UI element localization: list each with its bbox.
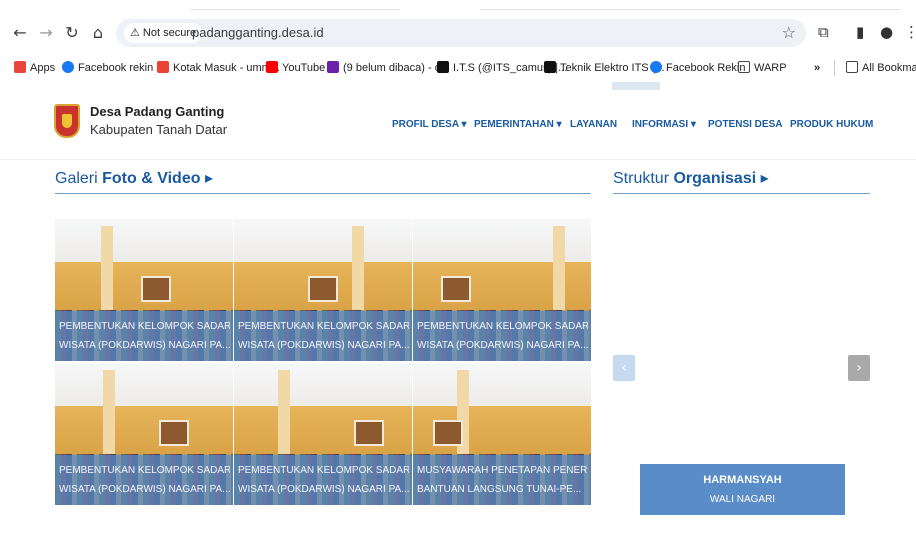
nav-potensi-desa[interactable]: POTENSI DESA <box>708 119 782 130</box>
gallery-caption: PEMBENTUKAN KELOMPOK SADAR WISATA (POKDAR… <box>234 455 412 505</box>
bookmark-label: YouTube <box>282 62 326 74</box>
caption-line: WISATA (POKDARWIS) NAGARI PA... <box>238 484 409 495</box>
gallery-caption: MUSYAWARAH PENETAPAN PENERIMA BANTUAN LAN… <box>413 455 591 505</box>
bookmark-gmail[interactable]: Kotak Masuk - umm... <box>157 60 280 76</box>
side-panel-icon[interactable]: ▮ <box>856 23 864 41</box>
folder-icon <box>738 61 750 73</box>
struktur-title-prefix: Struktur <box>613 170 674 187</box>
gallery-item[interactable]: PEMBENTUKAN KELOMPOK SADAR WISATA (POKDAR… <box>55 219 233 361</box>
header-highlight-tab <box>612 82 660 90</box>
folder-icon <box>846 61 858 73</box>
bookmark-label: (9 belum dibaca) - o... <box>343 62 450 74</box>
gallery-title-prefix: Galeri <box>55 170 103 187</box>
slider-prev-button[interactable]: ‹ <box>613 355 635 381</box>
tab-strip-line <box>190 9 400 12</box>
bookmark-label: WARP <box>754 62 787 74</box>
gallery-item[interactable]: PEMBENTUKAN KELOMPOK SADAR WISATA (POKDAR… <box>234 219 412 361</box>
caption-line: PEMBENTUKAN KELOMPOK SADAR <box>417 321 588 332</box>
gmail-icon <box>157 61 169 73</box>
gallery-item[interactable]: MUSYAWARAH PENETAPAN PENERIMA BANTUAN LAN… <box>413 363 591 505</box>
bookmark-label: Facebook Rekin <box>666 62 746 74</box>
struktur-arrow-icon: ▸ <box>760 170 769 187</box>
bookmarks-divider <box>834 60 835 76</box>
bookmark-label: Facebook rekin s2 <box>78 62 168 74</box>
caption-line: WISATA (POKDARWIS) NAGARI PA... <box>59 484 230 495</box>
bookmarks-bar: Apps Facebook rekin s2 Kotak Masuk - umm… <box>0 54 916 80</box>
gallery-caption: PEMBENTUKAN KELOMPOK SADAR WISATA (POKDAR… <box>55 311 233 361</box>
nav-produk-hukum[interactable]: PRODUK HUKUM <box>790 119 873 130</box>
gallery-caption: PEMBENTUKAN KELOMPOK SADAR WISATA (POKDAR… <box>234 311 412 361</box>
caption-line: WISATA (POKDARWIS) NAGARI PA... <box>59 340 230 351</box>
site-title[interactable]: Desa Padang Ganting <box>90 104 224 119</box>
x-icon <box>544 61 556 73</box>
struktur-title-bold: Organisasi <box>673 170 757 187</box>
gallery-item[interactable]: PEMBENTUKAN KELOMPOK SADAR WISATA (POKDAR… <box>55 363 233 505</box>
gallery-title-rule <box>55 193 591 194</box>
x-icon <box>437 61 449 73</box>
back-arrow-icon[interactable]: ← <box>10 23 30 43</box>
bookmark-label: Teknik Elektro ITS (... <box>560 62 665 74</box>
site-subtitle: Kabupaten Tanah Datar <box>90 122 228 137</box>
gallery-caption: PEMBENTUKAN KELOMPOK SADAR WISATA (POKDAR… <box>55 455 233 505</box>
village-logo[interactable] <box>54 104 80 138</box>
reload-icon[interactable]: ↻ <box>62 23 82 43</box>
profile-avatar-icon[interactable]: ● <box>880 23 893 41</box>
bookmark-facebook-rekin[interactable]: Facebook Rekin <box>650 60 746 76</box>
forward-arrow-icon[interactable]: → <box>36 23 56 43</box>
official-role: WALI NAGARI <box>709 494 776 505</box>
caption-line: PEMBENTUKAN KELOMPOK SADAR <box>238 465 409 476</box>
bookmark-label: Kotak Masuk - umm... <box>173 62 280 74</box>
bookmark-label: All Bookmarks <box>862 62 916 74</box>
bookmark-teknik-elektro[interactable]: Teknik Elektro ITS (... <box>544 60 665 76</box>
not-secure-chip[interactable]: ⚠ Not secure <box>124 23 203 43</box>
bookmarks-overflow-button[interactable]: » <box>814 60 820 76</box>
bookmark-star-icon[interactable]: ☆ <box>782 23 796 42</box>
caption-line: PEMBENTUKAN KELOMPOK SADAR <box>59 321 230 332</box>
bookmark-apps[interactable]: Apps <box>14 60 55 76</box>
tab-strip <box>0 0 916 14</box>
bookmark-label: Apps <box>30 62 56 74</box>
browser-toolbar: ← → ↻ ⌂ ⚠ Not secure padangganting.desa.… <box>0 15 916 51</box>
gallery-caption: PEMBENTUKAN KELOMPOK SADAR WISATA (POKDAR… <box>413 311 591 361</box>
nav-pemerintahan[interactable]: PEMERINTAHAN ▾ <box>474 119 562 130</box>
facebook-icon <box>62 61 74 73</box>
url-text[interactable]: padangganting.desa.id <box>192 19 324 47</box>
extensions-icon[interactable]: ⧉ <box>818 23 829 41</box>
overflow-chevron-icon: » <box>814 62 821 74</box>
yahoo-icon <box>327 61 339 73</box>
gallery-item[interactable]: PEMBENTUKAN KELOMPOK SADAR WISATA (POKDAR… <box>413 219 591 361</box>
bookmark-facebook-rekin-s2[interactable]: Facebook rekin s2 <box>62 60 168 76</box>
caption-line: BANTUAN LANGSUNG TUNAI-PE... <box>417 484 582 495</box>
youtube-icon <box>266 61 278 73</box>
slider-next-button[interactable]: › <box>848 355 870 381</box>
struktur-title-rule <box>613 193 870 194</box>
tab-strip-line <box>480 9 900 12</box>
gallery-section-title[interactable]: Galeri Foto & Video ▸ <box>55 168 213 188</box>
nav-profil-desa[interactable]: PROFIL DESA ▾ <box>392 119 466 130</box>
nav-informasi[interactable]: INFORMASI ▾ <box>632 119 696 130</box>
bookmark-all-bookmarks[interactable]: All Bookmarks <box>846 60 916 76</box>
nav-layanan[interactable]: LAYANAN <box>570 119 617 130</box>
gallery-arrow-icon: ▸ <box>204 170 213 187</box>
home-icon[interactable]: ⌂ <box>88 23 108 43</box>
facebook-icon <box>650 61 662 73</box>
menu-kebab-icon[interactable]: ⋮ <box>904 23 916 41</box>
caption-line: WISATA (POKDARWIS) NAGARI PA... <box>417 340 588 351</box>
bookmark-warp[interactable]: WARP <box>738 60 787 76</box>
apps-grid-icon <box>14 61 26 73</box>
struktur-section-title[interactable]: Struktur Organisasi ▸ <box>613 168 769 188</box>
gallery-title-bold: Foto & Video <box>102 170 201 187</box>
official-name: HARMANSYAH <box>703 474 782 486</box>
caption-line: MUSYAWARAH PENETAPAN PENERIMA <box>417 465 588 476</box>
site-header: Desa Padang Ganting Kabupaten Tanah Data… <box>0 82 916 160</box>
bookmark-yahoo-mail[interactable]: (9 belum dibaca) - o... <box>327 60 450 76</box>
caption-line: PEMBENTUKAN KELOMPOK SADAR <box>59 465 230 476</box>
official-card[interactable]: HARMANSYAH WALI NAGARI <box>640 464 845 515</box>
gallery-item[interactable]: PEMBENTUKAN KELOMPOK SADAR WISATA (POKDAR… <box>234 363 412 505</box>
browser-chrome: ← → ↻ ⌂ ⚠ Not secure padangganting.desa.… <box>0 0 916 82</box>
caption-line: PEMBENTUKAN KELOMPOK SADAR <box>238 321 409 332</box>
address-bar[interactable]: ⚠ Not secure padangganting.desa.id ☆ <box>116 19 806 47</box>
caption-line: WISATA (POKDARWIS) NAGARI PA... <box>238 340 409 351</box>
bookmark-youtube[interactable]: YouTube <box>266 60 325 76</box>
